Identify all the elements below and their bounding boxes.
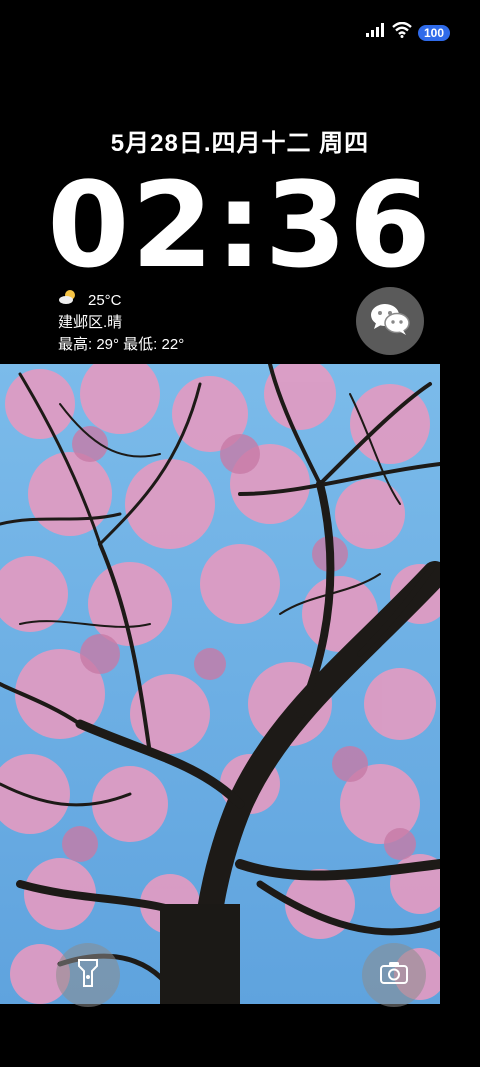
wechat-icon <box>369 301 411 342</box>
weather-widget[interactable]: 25°C 建邺区.晴 最高: 29° 最低: 22° <box>58 289 184 356</box>
status-bar: 100 <box>0 0 480 60</box>
signal-icon <box>365 23 386 42</box>
flashlight-button[interactable] <box>56 943 120 1007</box>
wifi-icon <box>392 21 412 43</box>
weather-temperature: 25°C <box>88 291 122 309</box>
battery-level: 100 <box>423 25 444 40</box>
status-icons: 100 <box>365 21 450 43</box>
flashlight-icon <box>76 958 100 993</box>
bottom-bar <box>0 1004 480 1067</box>
partly-cloudy-icon <box>58 289 78 312</box>
camera-button[interactable] <box>362 943 426 1007</box>
battery-icon: 100 <box>417 24 450 41</box>
lockscreen-clock: 02:36 <box>47 156 433 294</box>
weather-location: 建邺区.晴 <box>58 314 123 331</box>
lockscreen-date: 5月28日.四月十二 周四 <box>110 130 370 157</box>
weather-range: 最高: 29° 最低: 22° <box>58 336 185 353</box>
wallpaper-photo <box>0 364 440 1004</box>
camera-icon <box>379 961 409 990</box>
wechat-shortcut-button[interactable] <box>356 287 424 355</box>
